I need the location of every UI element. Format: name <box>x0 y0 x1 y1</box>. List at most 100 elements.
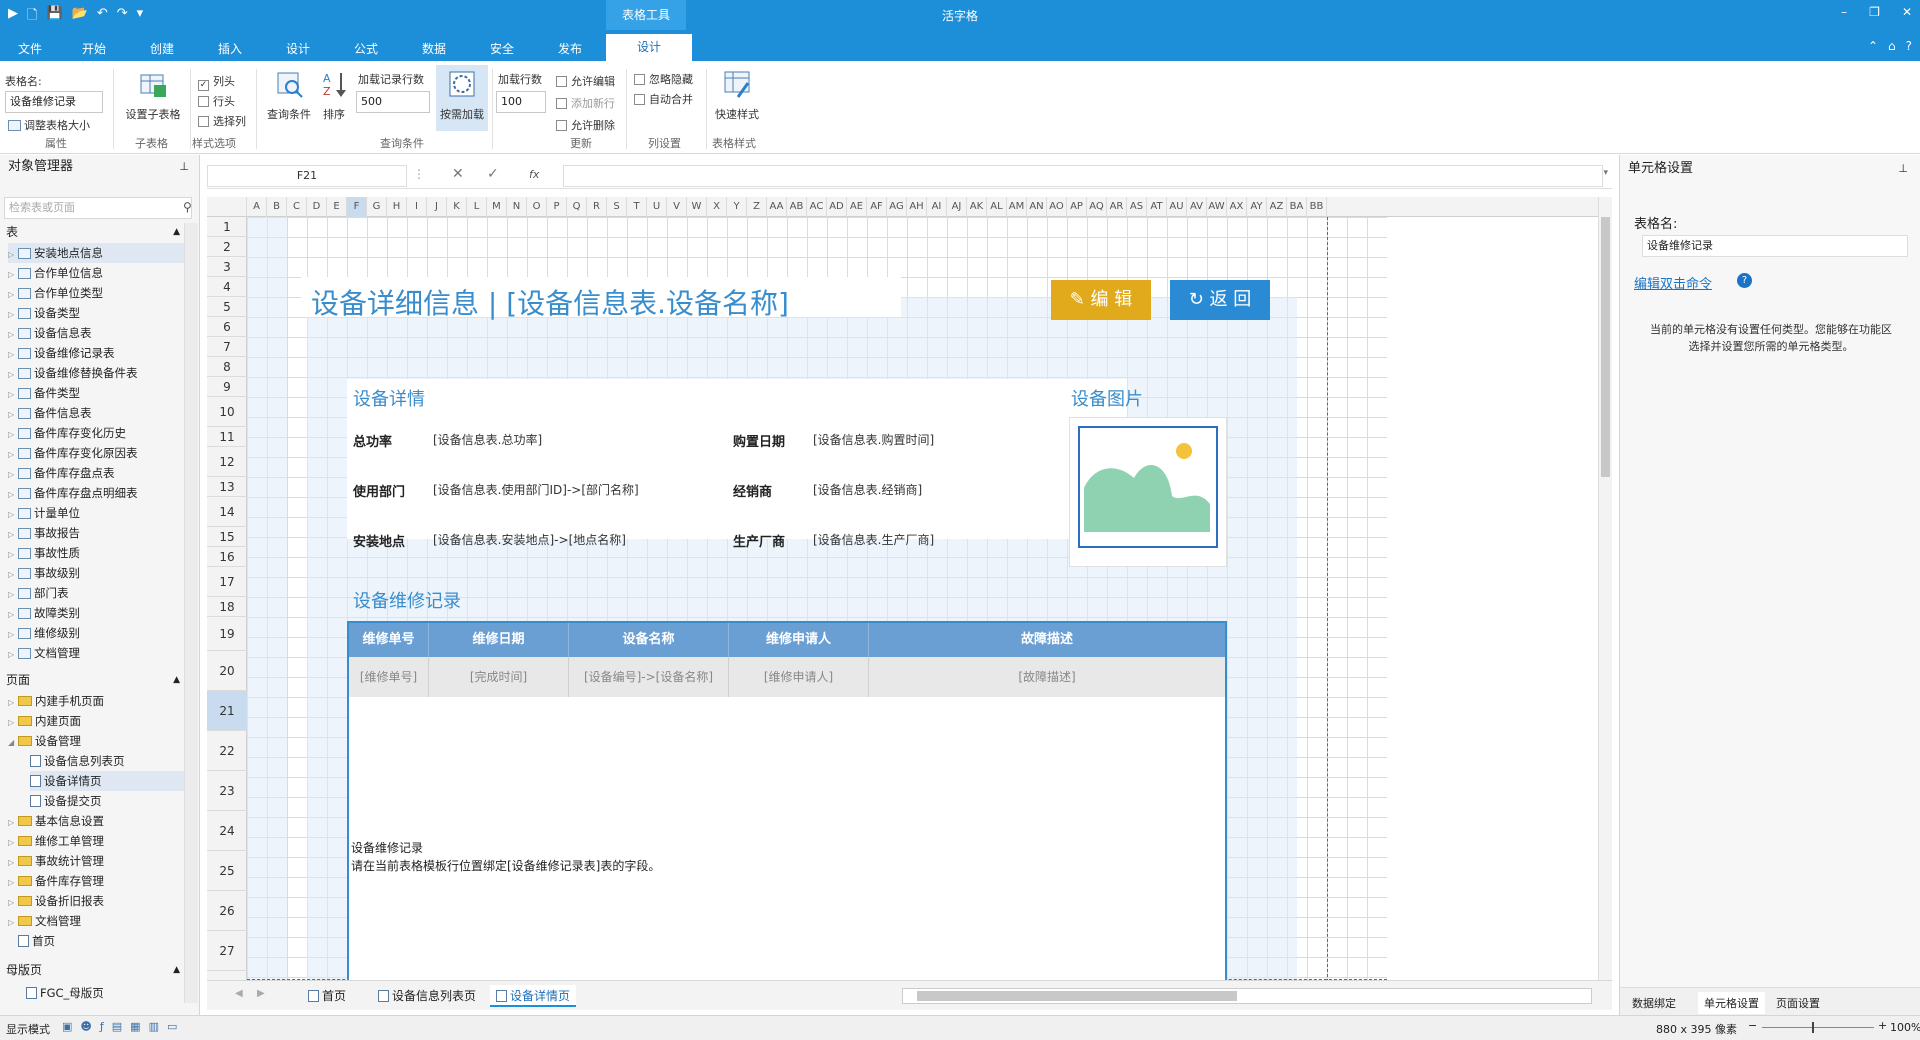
expand-arrow-icon[interactable]: ▷ <box>8 325 18 345</box>
column-header-an[interactable]: AN <box>1027 197 1047 217</box>
tree-item-folder[interactable]: ▷ 内建页面 <box>8 711 81 731</box>
expand-arrow-icon[interactable]: ▷ <box>8 505 18 525</box>
expand-arrow-icon[interactable]: ▷ <box>8 485 18 505</box>
cell-repair-no[interactable]: [维修单号] <box>349 657 429 697</box>
formula-input[interactable] <box>563 165 1603 187</box>
tree-item-folder[interactable]: ▷ 基本信息设置 <box>8 811 104 831</box>
expand-arrow-icon[interactable]: ▷ <box>8 693 18 713</box>
row-header-11[interactable]: 11 <box>207 427 247 447</box>
column-header-aj[interactable]: AJ <box>947 197 967 217</box>
column-header-as[interactable]: AS <box>1127 197 1147 217</box>
column-header-m[interactable]: M <box>487 197 507 217</box>
column-header-i[interactable]: I <box>407 197 427 217</box>
expand-arrow-icon[interactable]: ▷ <box>8 305 18 325</box>
row-header-2[interactable]: 2 <box>207 237 247 257</box>
image-placeholder-icon[interactable] <box>1078 426 1218 548</box>
menu-publish[interactable]: 发布 <box>558 40 582 57</box>
column-header-n[interactable]: N <box>507 197 527 217</box>
column-header-s[interactable]: S <box>607 197 627 217</box>
column-header-az[interactable]: AZ <box>1267 197 1287 217</box>
expand-arrow-icon[interactable]: ▷ <box>8 645 18 665</box>
expand-arrow-icon[interactable]: ▷ <box>8 585 18 605</box>
menu-file[interactable]: 文件 <box>18 40 42 57</box>
column-header-al[interactable]: AL <box>987 197 1007 217</box>
column-header-ag[interactable]: AG <box>887 197 907 217</box>
allow-edit-checkbox[interactable]: 允许编辑 <box>556 73 615 89</box>
table-name-input[interactable]: 设备维修记录 <box>1642 235 1908 257</box>
expand-arrow-icon[interactable]: ▷ <box>8 465 18 485</box>
expand-arrow-icon[interactable]: ▷ <box>8 833 18 853</box>
column-header-r[interactable]: R <box>587 197 607 217</box>
row-header-19[interactable]: 19 <box>207 617 247 651</box>
user-icon[interactable]: ☻ <box>80 1020 91 1033</box>
collapse-icon[interactable]: ▲ <box>173 961 180 979</box>
expand-arrow-icon[interactable]: ▷ <box>8 565 18 585</box>
column-header-p[interactable]: P <box>547 197 567 217</box>
column-header-aw[interactable]: AW <box>1207 197 1227 217</box>
console-icon[interactable]: ▣ <box>62 1020 72 1033</box>
menu-formula[interactable]: 公式 <box>354 40 378 57</box>
tree-item-folder[interactable]: ▷ 内建手机页面 <box>8 691 104 711</box>
cell-area[interactable]: 设备详细信息 | [设备信息表.设备名称] ✎ 编 辑 ↻ 返 回 设备详情 总… <box>247 217 1387 980</box>
column-header-ao[interactable]: AO <box>1047 197 1067 217</box>
expand-arrow-icon[interactable]: ▷ <box>8 265 18 285</box>
screen-icon[interactable]: ▭ <box>167 1020 177 1033</box>
close-button[interactable]: ✕ <box>1902 5 1912 19</box>
table-name-input[interactable]: 设备维修记录 <box>5 91 103 113</box>
menu-create[interactable]: 创建 <box>150 40 174 57</box>
sheet-tab-device-list[interactable]: 设备信息列表页 <box>372 985 482 1007</box>
column-header-ac[interactable]: AC <box>807 197 827 217</box>
tree-item-table[interactable]: ▷ 故障类别 <box>8 603 80 623</box>
vertical-scrollbar[interactable] <box>1598 197 1612 980</box>
set-subtable-button[interactable]: 设置子表格 <box>120 69 186 122</box>
zoom-in-icon[interactable]: + <box>1878 1019 1887 1032</box>
column-header-ar[interactable]: AR <box>1107 197 1127 217</box>
cancel-formula-icon[interactable]: ✕ <box>452 166 464 182</box>
tree-item-folder[interactable]: ▷ 备件库存管理 <box>8 871 104 891</box>
sheet-tab-device-detail[interactable]: 设备详情页 <box>490 985 577 1007</box>
cell-applicant[interactable]: [维修申请人] <box>729 657 869 697</box>
column-header-h[interactable]: H <box>387 197 407 217</box>
tree-item-table[interactable]: ▷ 事故级别 <box>8 563 80 583</box>
tree-item-folder[interactable]: ▷ 事故统计管理 <box>8 851 104 871</box>
expand-arrow-icon[interactable]: ▷ <box>8 525 18 545</box>
formula-icon[interactable]: ƒ <box>100 1020 104 1033</box>
pin-icon[interactable]: ⊥ <box>179 155 189 179</box>
column-header-b[interactable]: B <box>267 197 287 217</box>
row-header-23[interactable]: 23 <box>207 771 247 811</box>
column-header-ap[interactable]: AP <box>1067 197 1087 217</box>
column-header-ad[interactable]: AD <box>827 197 847 217</box>
section-pages[interactable]: 页面 ▲ <box>0 671 184 689</box>
menu-insert[interactable]: 插入 <box>218 40 242 57</box>
cell-repair-date[interactable]: [完成时间] <box>429 657 569 697</box>
tree-item-table[interactable]: ▷ 备件库存盘点表 <box>8 463 115 483</box>
expand-arrow-icon[interactable]: ▷ <box>8 385 18 405</box>
zoom-slider[interactable] <box>1762 1027 1874 1028</box>
tree-item-table[interactable]: ▷ 部门表 <box>8 583 69 603</box>
back-button[interactable]: ↻ 返 回 <box>1170 280 1270 320</box>
home-icon[interactable]: ⌂ <box>1888 39 1896 53</box>
column-header-aa[interactable]: AA <box>767 197 787 217</box>
expand-arrow-icon[interactable]: ▷ <box>8 605 18 625</box>
tree-item-folder[interactable]: ▷ 维修工单管理 <box>8 831 104 851</box>
tree-item-master[interactable]: FGC_母版页 <box>26 983 104 1003</box>
column-header-f[interactable]: F <box>347 197 367 217</box>
load-rows-input[interactable]: 500 <box>356 91 430 113</box>
row-header-5[interactable]: 5 <box>207 297 247 317</box>
sheet-tab-home[interactable]: 首页 <box>302 985 352 1007</box>
row-header-24[interactable]: 24 <box>207 811 247 851</box>
menu-security[interactable]: 安全 <box>490 40 514 57</box>
cell-fault-desc[interactable]: [故障描述] <box>869 657 1225 697</box>
tree-item-page[interactable]: 设备信息列表页 <box>30 751 125 771</box>
expand-arrow-icon[interactable]: ▷ <box>8 405 18 425</box>
column-header-l[interactable]: L <box>467 197 487 217</box>
ignore-hidden-checkbox[interactable]: 忽略隐藏 <box>634 71 693 87</box>
column-header-at[interactable]: AT <box>1147 197 1167 217</box>
expand-arrow-icon[interactable]: ▷ <box>8 893 18 913</box>
expand-arrow-icon[interactable]: ▷ <box>8 813 18 833</box>
tree-item-table[interactable]: ▷ 设备类型 <box>8 303 80 323</box>
tree-item-table[interactable]: ▷ 备件库存变化原因表 <box>8 443 138 463</box>
collapse-icon[interactable]: ▲ <box>173 671 180 689</box>
query-condition-button[interactable]: 查询条件 <box>262 69 316 122</box>
edit-dblclick-command-link[interactable]: 编辑双击命令 <box>1634 273 1712 292</box>
